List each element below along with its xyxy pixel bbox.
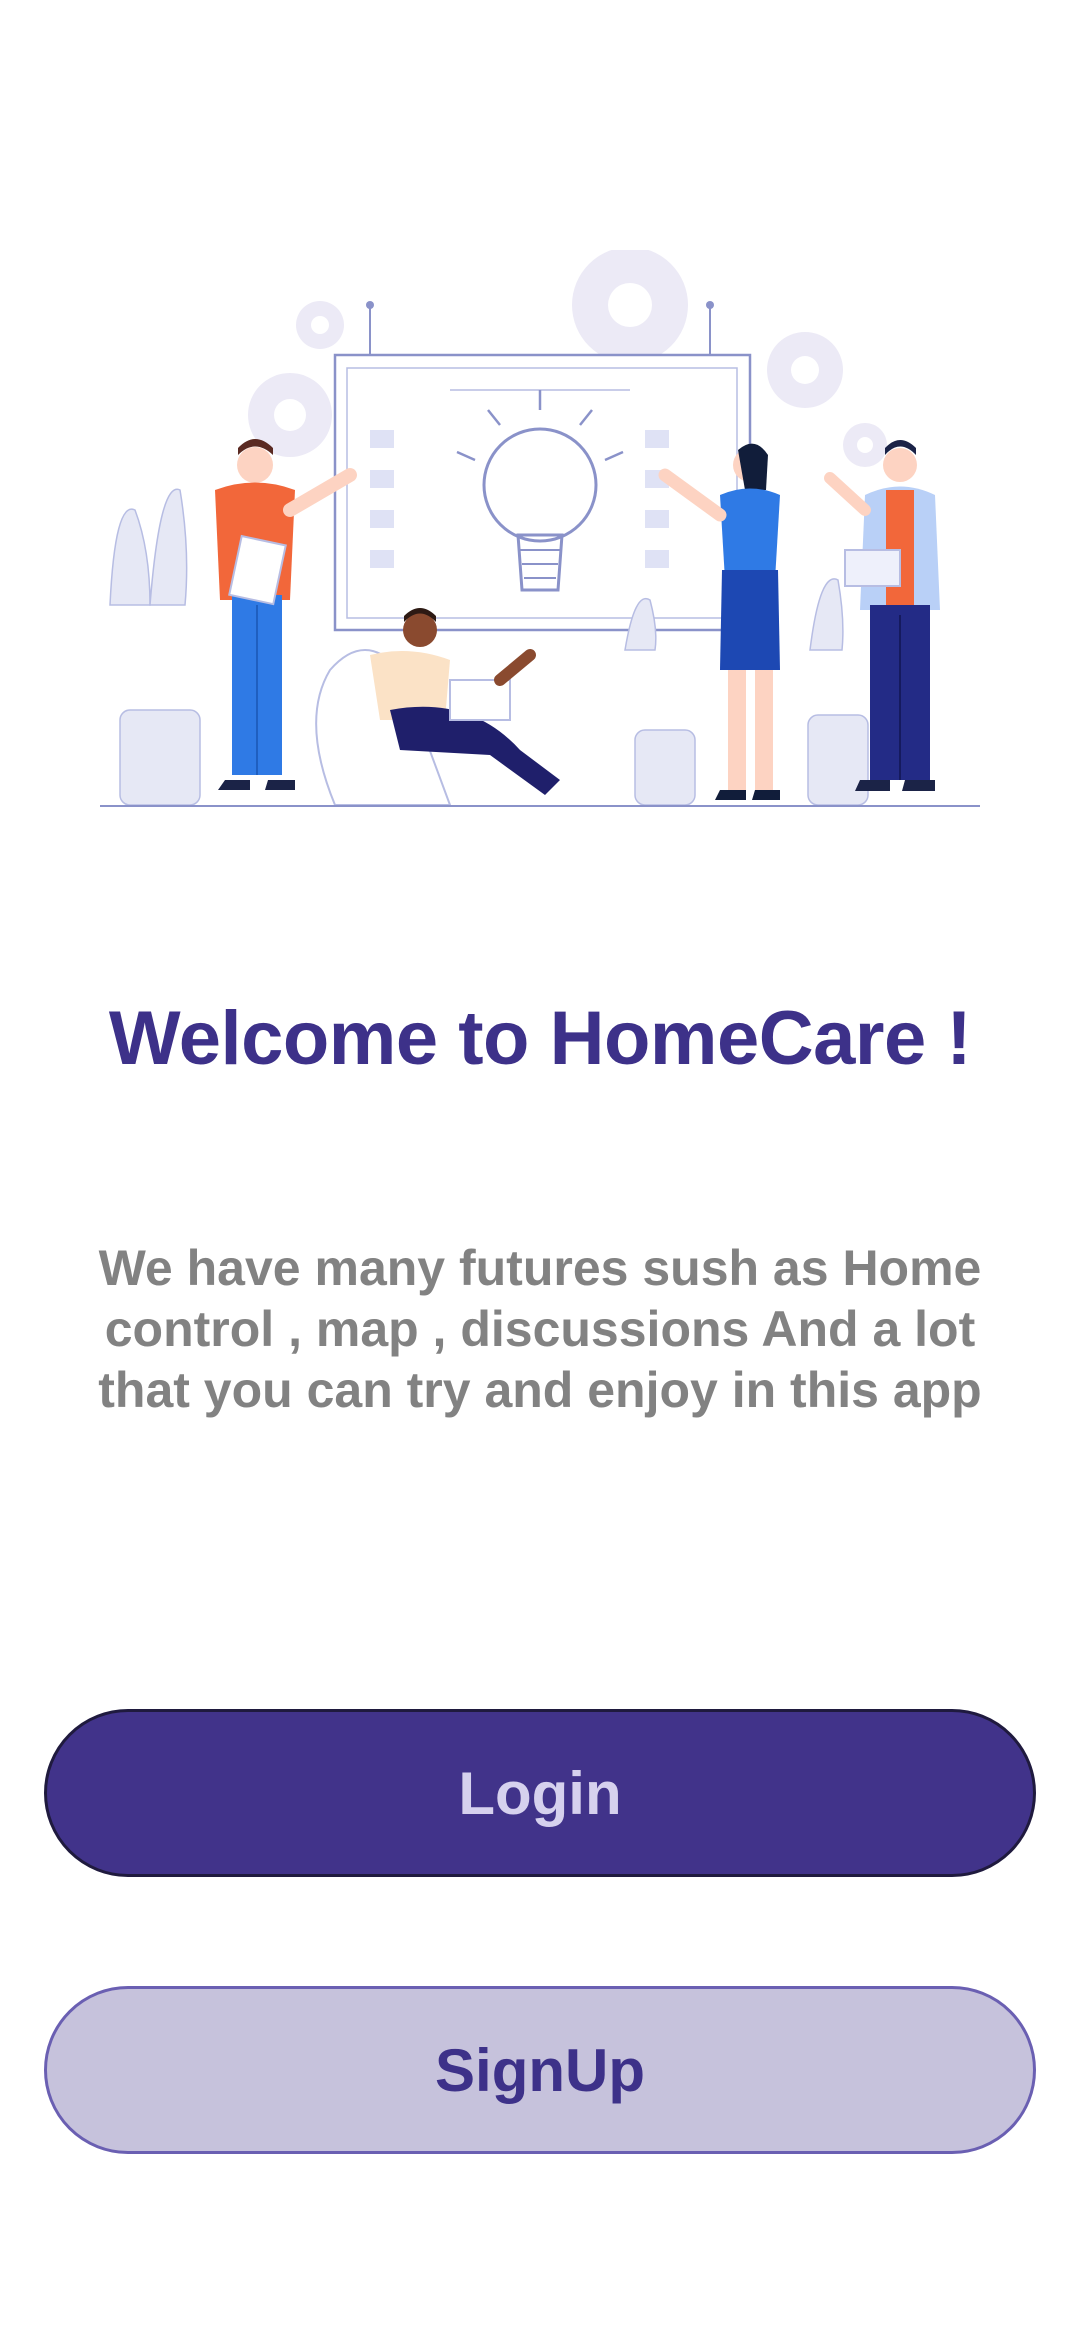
welcome-screen: Welcome to HomeCare ! We have many futur… <box>0 0 1080 2340</box>
welcome-description: We have many futures sush as Home contro… <box>98 1240 982 1418</box>
welcome-title: Welcome to HomeCare ! <box>108 996 972 1081</box>
signup-button[interactable]: SignUp <box>44 1986 1036 2154</box>
login-button[interactable]: Login <box>44 1709 1036 1877</box>
team-brainstorm-illustration <box>90 250 990 820</box>
illustration-svg <box>100 250 980 807</box>
